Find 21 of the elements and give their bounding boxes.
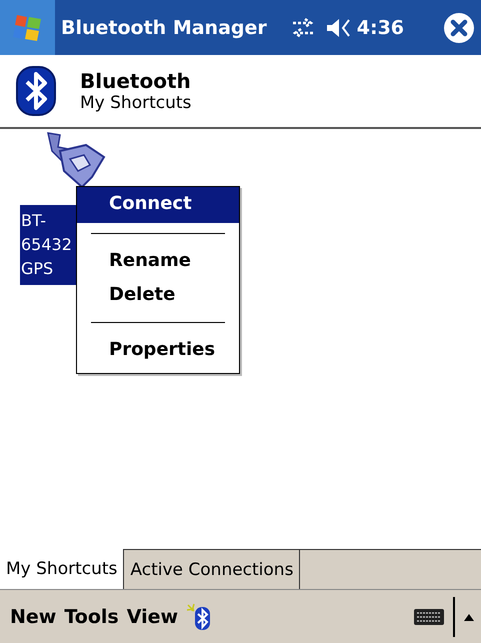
shortcut-label[interactable]: BT- 65432 GPS xyxy=(20,205,78,285)
bluetooth-icon xyxy=(16,66,56,116)
start-button[interactable] xyxy=(0,0,55,55)
window-title: Bluetooth Manager xyxy=(61,16,267,38)
menu-bar-item[interactable]: Tools xyxy=(64,606,119,628)
menu-item[interactable]: Connect xyxy=(77,187,239,223)
close-icon[interactable] xyxy=(443,12,475,44)
app-title: Bluetooth xyxy=(80,69,192,93)
tab[interactable]: Active Connections xyxy=(124,549,300,589)
menu-bar-item[interactable]: View xyxy=(126,606,178,628)
tab[interactable]: My Shortcuts xyxy=(0,549,124,589)
clock-time[interactable]: 4:36 xyxy=(356,16,404,38)
connectivity-icon[interactable] xyxy=(290,16,315,38)
bluetooth-icon[interactable] xyxy=(186,602,212,630)
view-subtitle: My Shortcuts xyxy=(80,93,192,113)
up-arrow-icon[interactable] xyxy=(463,612,475,622)
menu-bar-item[interactable]: New xyxy=(10,606,56,628)
menu-item[interactable]: Properties xyxy=(77,333,239,367)
menu-item[interactable]: Delete xyxy=(77,278,239,312)
menu-item[interactable]: Rename xyxy=(77,244,239,278)
keyboard-icon[interactable] xyxy=(413,606,445,626)
